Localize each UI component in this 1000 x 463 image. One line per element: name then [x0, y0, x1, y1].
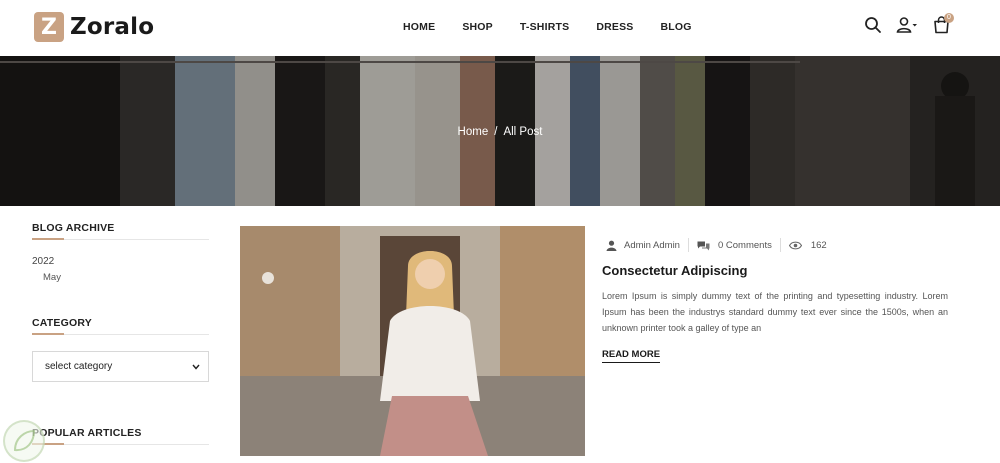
post-comments-count: 0 Comments	[717, 239, 772, 251]
meta-divider	[779, 238, 781, 252]
nav-dress[interactable]: DRESS	[596, 21, 633, 33]
leaf-icon	[13, 429, 36, 452]
post-author[interactable]: Admin Admin	[606, 240, 680, 251]
eye-icon	[788, 241, 802, 249]
comments-icon	[697, 241, 710, 250]
popular-articles-title: POPULAR ARTICLES	[32, 427, 209, 445]
post-title[interactable]: Consectetur Adipiscing	[602, 263, 747, 278]
post-comments[interactable]: 0 Comments	[697, 240, 772, 251]
sidebar: BLOG ARCHIVE 2022 May CATEGORY select ca…	[32, 222, 209, 445]
logo[interactable]: Z Zoralo	[34, 12, 154, 42]
breadcrumb: Home / All Post	[0, 126, 1000, 138]
post-author-name: Admin Admin	[624, 239, 680, 251]
post-image[interactable]	[240, 226, 585, 456]
blog-archive-title: BLOG ARCHIVE	[32, 222, 209, 240]
archive-year-link[interactable]: 2022	[32, 256, 209, 267]
logo-mark: Z	[34, 12, 64, 42]
watermark-logo	[3, 420, 45, 462]
category-select[interactable]: select category	[32, 351, 209, 382]
page-banner: Home / All Post	[0, 56, 1000, 206]
breadcrumb-home[interactable]: Home	[458, 126, 489, 138]
nav-blog[interactable]: BLOG	[661, 21, 692, 33]
read-more-link[interactable]: READ MORE	[602, 349, 661, 363]
chevron-down-icon	[192, 364, 200, 370]
post-meta: Admin Admin 0 Comments 162	[606, 238, 827, 252]
header-icons	[864, 16, 956, 38]
category-title: CATEGORY	[32, 317, 209, 335]
post-views: 162	[788, 239, 827, 251]
archive-month-link[interactable]: May	[43, 272, 209, 283]
cart-count-badge: 0	[944, 13, 954, 23]
post-photo	[240, 226, 585, 456]
category-select-value: select category	[45, 361, 113, 372]
search-icon[interactable]	[864, 16, 882, 34]
logo-text: Zoralo	[70, 14, 155, 40]
main-nav: HOME SHOP T-SHIRTS DRESS BLOG	[403, 21, 692, 33]
user-icon	[606, 240, 617, 251]
site-header: Z Zoralo HOME SHOP T-SHIRTS DRESS BLOG 0	[0, 0, 1000, 56]
nav-shop[interactable]: SHOP	[462, 21, 493, 33]
nav-tshirts[interactable]: T-SHIRTS	[520, 21, 569, 33]
nav-home[interactable]: HOME	[403, 21, 435, 33]
post-excerpt: Lorem Ipsum is simply dummy text of the …	[602, 291, 948, 333]
post-views-count: 162	[810, 239, 827, 251]
meta-divider	[687, 238, 689, 252]
breadcrumb-separator: /	[494, 126, 498, 138]
user-icon[interactable]	[896, 16, 918, 34]
breadcrumb-current: All Post	[503, 126, 543, 138]
